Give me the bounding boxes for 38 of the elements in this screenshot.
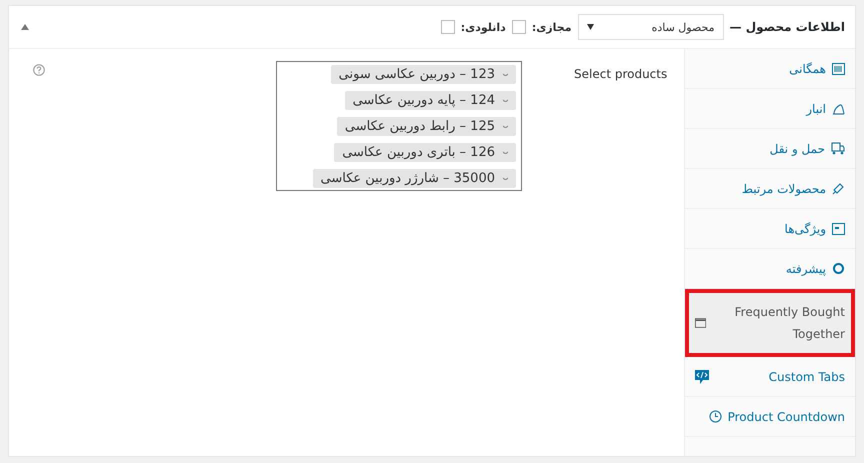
panel-title: اطلاعات محصول — [730, 20, 845, 34]
sidebar-tab[interactable]: Frequently Bought Together [685, 289, 855, 357]
code-icon [695, 370, 709, 384]
sidebar-tab[interactable]: حمل و نقل [685, 129, 855, 169]
option-checkbox[interactable] [440, 20, 455, 34]
option-checkbox[interactable] [512, 20, 526, 34]
product-tag[interactable]: 123 – دوربین عکاسی سونی [330, 65, 516, 84]
product-tag[interactable]: 35000 – شارژر دوربین عکاسی [312, 169, 516, 188]
option-label: مجازی: [532, 20, 572, 34]
inventory-icon [832, 102, 845, 114]
product-multiselect[interactable]: 123 – دوربین عکاسی سونی 124 – پایه دوربین عکاسی 125 – رابط دوربین عکاسی 126 – باتری دوربین عکاسی 35000 – شارژر دوربین عکاسی [276, 61, 522, 191]
remove-icon[interactable] [503, 73, 508, 76]
remove-icon[interactable] [503, 125, 508, 128]
sidebar-tab[interactable]: محصولات مرتبط [685, 169, 855, 209]
field-label: Select products [574, 66, 668, 81]
sidebar-tab[interactable]: همگانی [685, 49, 855, 89]
truck-icon [831, 142, 845, 155]
sidebar-tab[interactable]: ویژگی‌ها [685, 209, 855, 249]
product-tag[interactable]: 124 – پایه دوربین عکاسی [344, 91, 516, 110]
gear-icon [832, 262, 845, 275]
barcode-icon [832, 62, 845, 74]
option-label: دانلودی: [460, 20, 506, 34]
remove-icon[interactable] [503, 99, 508, 102]
sidebar-tab[interactable]: انبار [685, 89, 855, 129]
window-icon [695, 316, 706, 328]
clock-icon [708, 410, 722, 423]
list-icon [832, 222, 845, 234]
product-tag[interactable]: 125 – رابط دوربین عکاسی [336, 117, 516, 136]
sidebar-tab[interactable]: Product Countdown [685, 397, 855, 437]
remove-icon[interactable] [503, 177, 508, 180]
collapse-icon[interactable] [21, 24, 29, 30]
remove-icon[interactable] [503, 151, 508, 154]
link-icon [832, 182, 845, 195]
help-icon [33, 64, 45, 76]
product-type-select[interactable]: محصول ساده [578, 14, 724, 40]
product-tag[interactable]: 126 – باتری دوربین عکاسی [334, 143, 516, 162]
sidebar-tab[interactable]: Custom Tabs [685, 357, 855, 397]
dropdown-icon [586, 24, 594, 30]
